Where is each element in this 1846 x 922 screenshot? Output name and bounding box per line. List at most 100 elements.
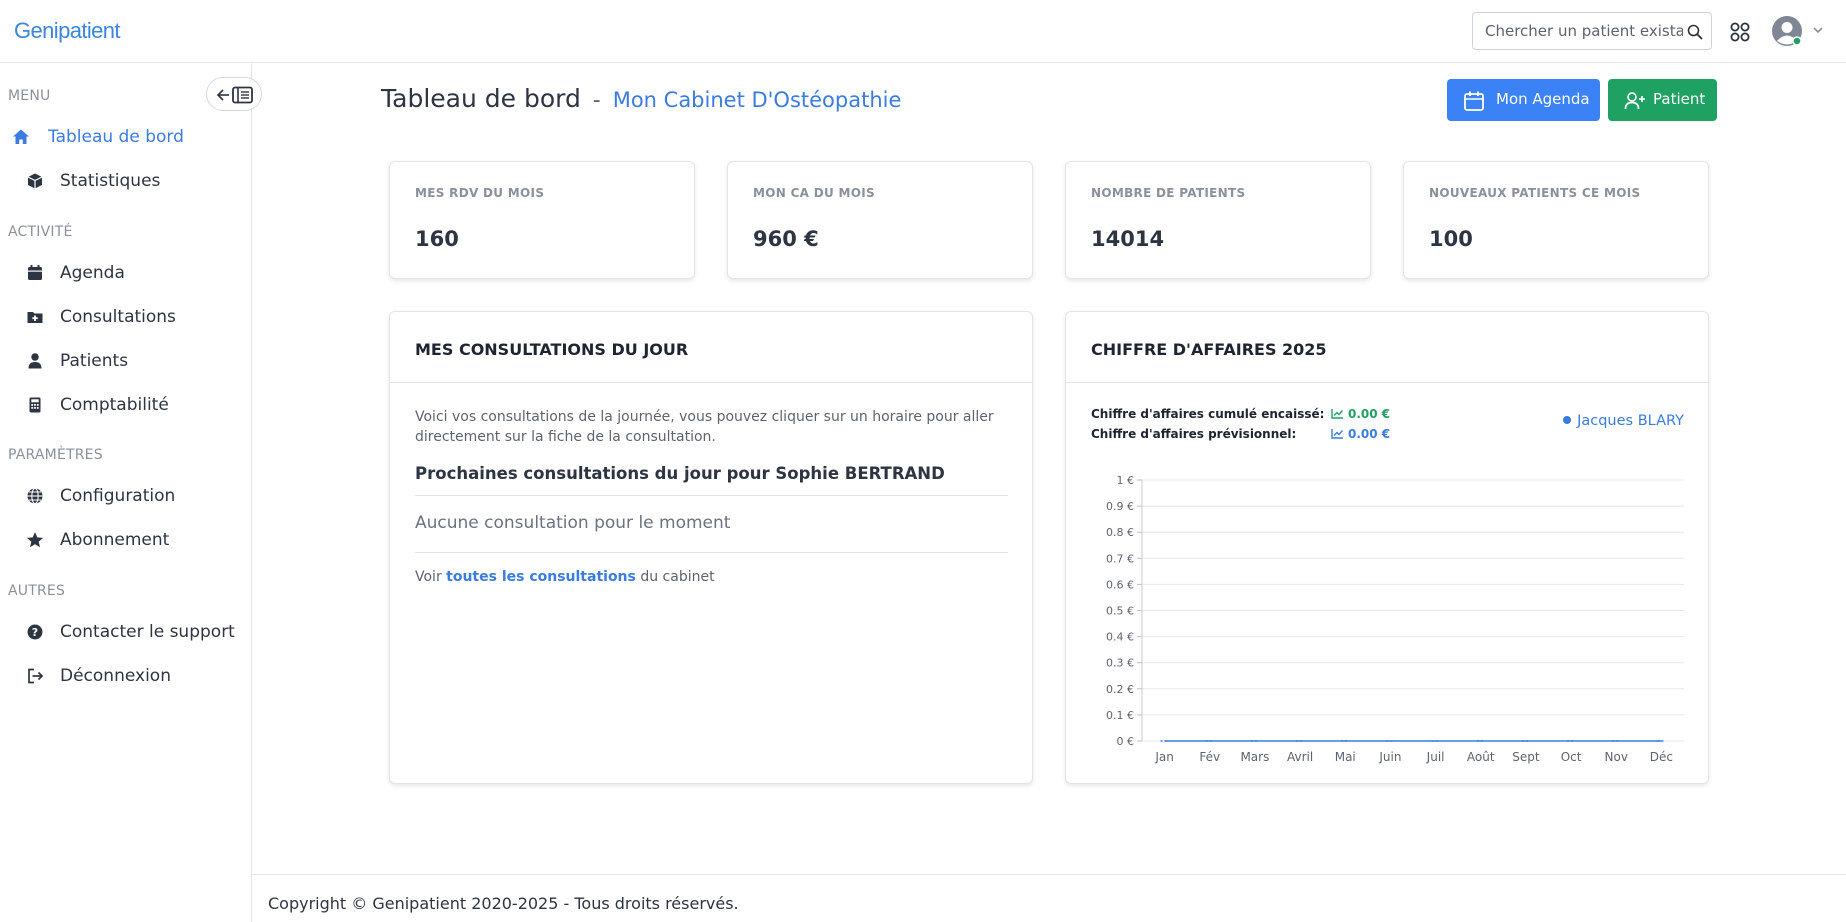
view-all-consultations: Voir toutes les consultations du cabinet bbox=[415, 569, 715, 585]
footer: Copyright © Genipatient 2020-2025 - Tous… bbox=[253, 874, 1846, 922]
x-tick-label: Déc bbox=[1650, 750, 1673, 764]
sidebar-item-abonnement[interactable]: Abonnement bbox=[0, 523, 250, 557]
y-tick-label: 0.1 € bbox=[1106, 709, 1134, 722]
home-icon bbox=[13, 129, 29, 144]
sidebar-section-autres: AUTRES bbox=[8, 583, 66, 599]
y-tick-label: 0.6 € bbox=[1106, 578, 1134, 591]
sidebar-item-label: Statistiques bbox=[60, 171, 161, 191]
stat-value: 14014 bbox=[1091, 227, 1165, 251]
page-title-text: Tableau de bord bbox=[381, 84, 581, 113]
sidebar-section-activite: ACTIVITÉ bbox=[8, 224, 73, 240]
stat-value: 100 bbox=[1429, 227, 1473, 251]
y-tick-label: 0.8 € bbox=[1106, 526, 1134, 539]
chart-legend[interactable]: Jacques BLARY bbox=[1563, 413, 1684, 429]
mon-agenda-button[interactable]: Mon Agenda bbox=[1447, 79, 1600, 121]
all-consultations-link[interactable]: toutes les consultations bbox=[446, 569, 636, 585]
ca-previsionnel-value: 0.00 € bbox=[1348, 427, 1391, 441]
voir-suffix: du cabinet bbox=[640, 569, 715, 585]
chevron-down-icon[interactable] bbox=[1812, 24, 1824, 36]
legend-label: Jacques BLARY bbox=[1577, 413, 1684, 429]
x-tick-label: Sept bbox=[1512, 750, 1540, 764]
sidebar-item-label: Tableau de bord bbox=[48, 127, 184, 147]
svg-text:?: ? bbox=[32, 626, 38, 639]
sidebar-item-label: Configuration bbox=[60, 486, 176, 506]
y-tick-label: 0.9 € bbox=[1106, 500, 1134, 513]
sidebar-item-agenda[interactable]: Agenda bbox=[0, 256, 250, 290]
voir-prefix: Voir bbox=[415, 569, 442, 585]
y-tick-label: 0.7 € bbox=[1106, 552, 1134, 565]
top-bar: Genipatient bbox=[0, 0, 1846, 63]
ca-cumul-value: 0.00 € bbox=[1348, 407, 1391, 421]
consultations-intro: Voici vos consultations de la journée, v… bbox=[415, 409, 994, 445]
x-tick-label: Juil bbox=[1426, 750, 1445, 764]
collapse-sidebar-icon bbox=[216, 86, 253, 104]
page-title-separator: - bbox=[592, 88, 601, 113]
stat-label: NOUVEAUX PATIENTS CE MOIS bbox=[1429, 186, 1641, 200]
legend-dot bbox=[1563, 416, 1572, 424]
sidebar: MENU Tableau de bord Statistiques ACTIVI… bbox=[0, 63, 262, 922]
app-logo[interactable]: Genipatient bbox=[14, 18, 121, 44]
sidebar-item-comptabilite[interactable]: Comptabilité bbox=[0, 388, 250, 422]
trend-icon bbox=[1331, 429, 1344, 439]
x-tick-label: Avril bbox=[1287, 750, 1313, 764]
cabinet-name: Mon Cabinet D'Ostéopathie bbox=[612, 88, 902, 112]
sidebar-item-configuration[interactable]: Configuration bbox=[0, 479, 250, 513]
trend-icon bbox=[1331, 409, 1344, 419]
sidebar-item-patients[interactable]: Patients bbox=[0, 344, 250, 378]
card-header: CHIFFRE D'AFFAIRES 2025 bbox=[1066, 312, 1708, 383]
stat-value: 960 € bbox=[753, 227, 819, 251]
apps-grid-icon[interactable] bbox=[1729, 21, 1751, 43]
empty-consultations-message: Aucune consultation pour le moment bbox=[415, 513, 731, 533]
y-tick-label: 0.5 € bbox=[1106, 605, 1134, 618]
card-title: CHIFFRE D'AFFAIRES 2025 bbox=[1091, 340, 1327, 359]
y-tick-label: 0.4 € bbox=[1106, 631, 1134, 644]
patient-search-input[interactable] bbox=[1485, 21, 1683, 41]
sidebar-section-menu: MENU bbox=[8, 88, 51, 104]
stat-value: 160 bbox=[415, 227, 459, 251]
globe-icon bbox=[27, 487, 43, 505]
calendar-icon bbox=[1464, 91, 1484, 111]
ca-previsionnel-value-wrap: 0.00 € bbox=[1331, 427, 1390, 441]
consultations-card: MES CONSULTATIONS DU JOUR Voici vos cons… bbox=[389, 311, 1033, 784]
ca-previsionnel-label: Chiffre d'affaires prévisionnel: bbox=[1091, 427, 1297, 441]
mon-agenda-label: Mon Agenda bbox=[1496, 90, 1590, 108]
sidebar-item-label: Abonnement bbox=[60, 530, 170, 550]
sidebar-collapse-button[interactable] bbox=[206, 77, 262, 111]
stat-label: NOMBRE DE PATIENTS bbox=[1091, 186, 1246, 200]
sidebar-item-contacter-le-support[interactable]: ? Contacter le support bbox=[0, 615, 250, 649]
add-patient-button[interactable]: Patient bbox=[1608, 79, 1717, 121]
sidebar-item-statistiques[interactable]: Statistiques bbox=[0, 164, 250, 198]
sidebar-item-label: Consultations bbox=[60, 307, 176, 327]
ca-cumul-label: Chiffre d'affaires cumulé encaissé: bbox=[1091, 407, 1325, 421]
ca-cumul-value-wrap: 0.00 € bbox=[1331, 407, 1390, 421]
sidebar-item-tableau-de-bord[interactable]: Tableau de bord bbox=[0, 120, 250, 154]
x-tick-label: Mai bbox=[1335, 750, 1356, 764]
stat-label: MON CA DU MOIS bbox=[753, 186, 875, 200]
stat-card-ca: MON CA DU MOIS 960 € bbox=[727, 161, 1033, 279]
logout-icon bbox=[28, 668, 44, 684]
user-avatar-icon[interactable] bbox=[1771, 15, 1803, 47]
user-plus-icon bbox=[1624, 92, 1645, 110]
sidebar-item-consultations[interactable]: Consultations bbox=[0, 300, 250, 334]
revenue-chart: 0 € 0.1 € 0.2 € 0.3 € 0.4 € 0.5 € 0.6 € 0.7 € 0.… bbox=[1106, 474, 1684, 764]
x-tick-label: Nov bbox=[1605, 750, 1628, 764]
x-tick-label: Jan bbox=[1154, 750, 1174, 764]
sidebar-item-label: Contacter le support bbox=[60, 622, 235, 642]
x-tick-label: Mars bbox=[1240, 750, 1269, 764]
folder-plus-icon bbox=[27, 312, 43, 323]
patient-search-box[interactable] bbox=[1472, 12, 1712, 50]
sidebar-section-parametres: PARAMÈTRES bbox=[8, 447, 103, 463]
question-circle-icon: ? bbox=[27, 624, 43, 640]
card-title: MES CONSULTATIONS DU JOUR bbox=[415, 340, 689, 359]
card-header: MES CONSULTATIONS DU JOUR bbox=[390, 312, 1032, 383]
stat-label: MES RDV DU MOIS bbox=[415, 186, 545, 200]
sidebar-item-deconnexion[interactable]: Déconnexion bbox=[0, 659, 250, 693]
sidebar-item-label: Déconnexion bbox=[60, 666, 171, 686]
user-icon bbox=[28, 353, 42, 369]
revenue-card: CHIFFRE D'AFFAIRES 2025 Chiffre d'affair… bbox=[1065, 311, 1709, 784]
next-consultations-title: Prochaines consultations du jour pour So… bbox=[415, 464, 945, 483]
search-icon[interactable] bbox=[1687, 24, 1703, 40]
y-tick-label: 0 € bbox=[1117, 735, 1135, 748]
ca-previsionnel-row: Chiffre d'affaires prévisionnel: 0.00 € bbox=[1091, 427, 1390, 441]
x-tick-label: Oct bbox=[1561, 750, 1582, 764]
